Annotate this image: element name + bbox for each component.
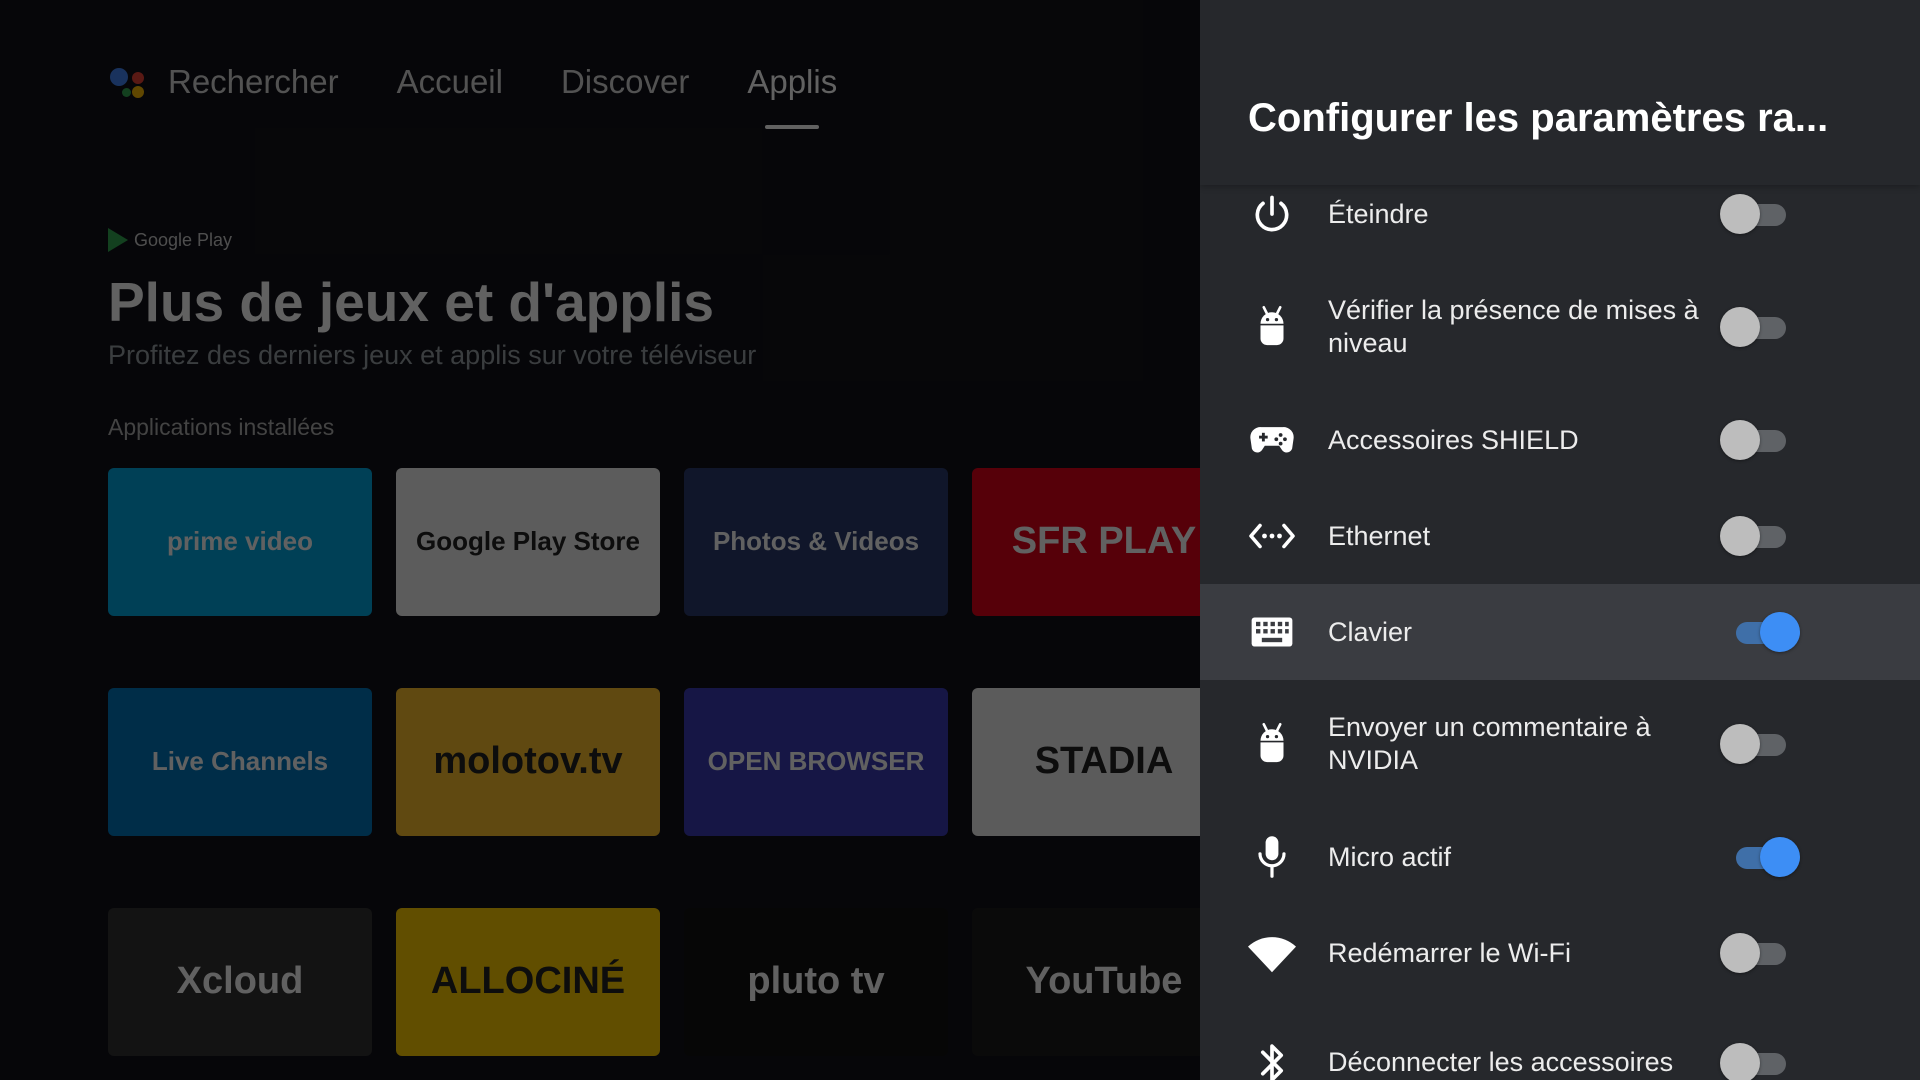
setting-toggle[interactable]	[1720, 506, 1800, 566]
hero-title: Plus de jeux et d'applis	[108, 271, 715, 333]
nav-apps[interactable]: Applis	[747, 63, 837, 129]
wifi-icon	[1248, 929, 1296, 977]
app-tile[interactable]: molotov.tv	[396, 688, 660, 836]
toggle-thumb	[1720, 194, 1760, 234]
app-tile-label: OPEN BROWSER	[707, 746, 925, 777]
setting-toggle[interactable]	[1720, 714, 1800, 774]
setting-row-deconnecter-les-accessoires-bluetooth[interactable]: Déconnecter les accessoires Bluetooth	[1200, 1015, 1920, 1080]
panel-title: Configurer les paramètres ra...	[1248, 96, 1829, 140]
app-tile[interactable]: Google Play Store	[396, 468, 660, 616]
toggle-thumb	[1720, 307, 1760, 347]
google-play-brand: Google Play	[108, 228, 232, 252]
app-tile-label: Google Play Store	[416, 526, 640, 557]
app-tile[interactable]: Xcloud	[108, 908, 372, 1056]
setting-label: Redémarrer le Wi-Fi	[1328, 937, 1572, 968]
app-tile-label: Xcloud	[176, 960, 304, 1003]
toggle-thumb	[1720, 516, 1760, 556]
hero-subtitle: Profitez des derniers jeux et applis sur…	[108, 340, 757, 370]
setting-label: Déconnecter les accessoires Bluetooth	[1328, 1047, 1674, 1077]
setting-row-accessoires-shield[interactable]: Accessoires SHIELD	[1200, 392, 1920, 488]
microphone-icon	[1248, 833, 1296, 881]
bluetooth-icon	[1248, 1039, 1296, 1080]
setting-label: Accessoires SHIELD	[1328, 424, 1579, 455]
nav-search[interactable]: Rechercher	[168, 63, 339, 101]
setting-toggle[interactable]	[1720, 1033, 1800, 1080]
app-tile-label: Photos & Videos	[712, 526, 920, 557]
setting-row-micro-actif[interactable]: Micro actif	[1200, 809, 1920, 905]
toggle-thumb	[1720, 420, 1760, 460]
setting-label: Clavier	[1328, 616, 1413, 647]
app-tile-label: STADIA	[1034, 740, 1174, 783]
google-assistant-icon[interactable]	[108, 62, 148, 102]
setting-toggle[interactable]	[1720, 410, 1800, 470]
app-tile[interactable]: ALLOCINÉ	[396, 908, 660, 1056]
app-tile-label: ALLOCINÉ	[430, 960, 626, 1003]
android-icon	[1248, 303, 1296, 351]
quick-settings-panel: Configurer les paramètres ra... Éteindre…	[1200, 0, 1920, 1080]
setting-row-verifier-la-presence-de-mises-a-niveau[interactable]: Vérifier la présence de mises à niveau	[1200, 279, 1920, 375]
setting-label: Ethernet	[1328, 520, 1431, 551]
app-tile[interactable]: STADIA	[972, 688, 1200, 836]
setting-label: Vérifier la présence de mises à niveau	[1328, 295, 1699, 358]
nav-home[interactable]: Accueil	[397, 63, 503, 101]
power-icon	[1248, 190, 1296, 238]
google-play-logo-icon	[108, 228, 128, 252]
setting-toggle[interactable]	[1720, 297, 1800, 357]
toggle-thumb	[1760, 837, 1800, 877]
setting-label: Envoyer un commentaire à NVIDIA	[1328, 712, 1651, 775]
setting-toggle[interactable]	[1720, 184, 1800, 244]
app-tile[interactable]: OPEN BROWSER	[684, 688, 948, 836]
panel-header: Configurer les paramètres ra...	[1200, 0, 1920, 185]
setting-toggle[interactable]	[1720, 602, 1800, 662]
app-tile[interactable]: Photos & Videos	[684, 468, 948, 616]
setting-row-redemarrer-le-wi-fi[interactable]: Redémarrer le Wi-Fi	[1200, 905, 1920, 1001]
android-icon	[1248, 720, 1296, 768]
launcher-background: Rechercher Accueil Discover Applis Googl…	[0, 0, 1200, 1080]
app-tile-label: YouTube	[1025, 960, 1183, 1003]
google-play-brand-label: Google Play	[134, 229, 233, 250]
app-tile[interactable]: pluto tv	[684, 908, 948, 1056]
app-tile[interactable]: prime video	[108, 468, 372, 616]
toggle-thumb	[1720, 1043, 1760, 1080]
setting-row-envoyer-un-commentaire-a-nvidia[interactable]: Envoyer un commentaire à NVIDIA	[1200, 696, 1920, 792]
app-tile[interactable]: YouTube	[972, 908, 1200, 1056]
gamepad-icon	[1248, 416, 1296, 464]
app-tile[interactable]: Live Channels	[108, 688, 372, 836]
toggle-thumb	[1760, 612, 1800, 652]
app-tile-label: molotov.tv	[433, 740, 623, 783]
setting-label: Éteindre	[1328, 198, 1429, 229]
setting-label: Micro actif	[1328, 841, 1452, 872]
app-tile-label: SFR PLAY	[1011, 520, 1197, 563]
app-tile-label: Live Channels	[151, 746, 329, 777]
toggle-thumb	[1720, 724, 1760, 764]
setting-row-ethernet[interactable]: Ethernet	[1200, 488, 1920, 584]
setting-row-clavier[interactable]: Clavier	[1200, 584, 1920, 680]
toggle-thumb	[1720, 933, 1760, 973]
app-tile-label: pluto tv	[747, 960, 885, 1003]
top-navigation: Rechercher Accueil Discover Applis	[108, 62, 895, 129]
ethernet-icon	[1248, 512, 1296, 560]
keyboard-icon	[1248, 608, 1296, 656]
nav-discover[interactable]: Discover	[561, 63, 689, 101]
setting-toggle[interactable]	[1720, 827, 1800, 887]
section-label-installed: Applications installées	[108, 414, 335, 440]
app-tile[interactable]: SFR PLAY	[972, 468, 1200, 616]
setting-toggle[interactable]	[1720, 923, 1800, 983]
app-tile-label: prime video	[167, 526, 313, 557]
